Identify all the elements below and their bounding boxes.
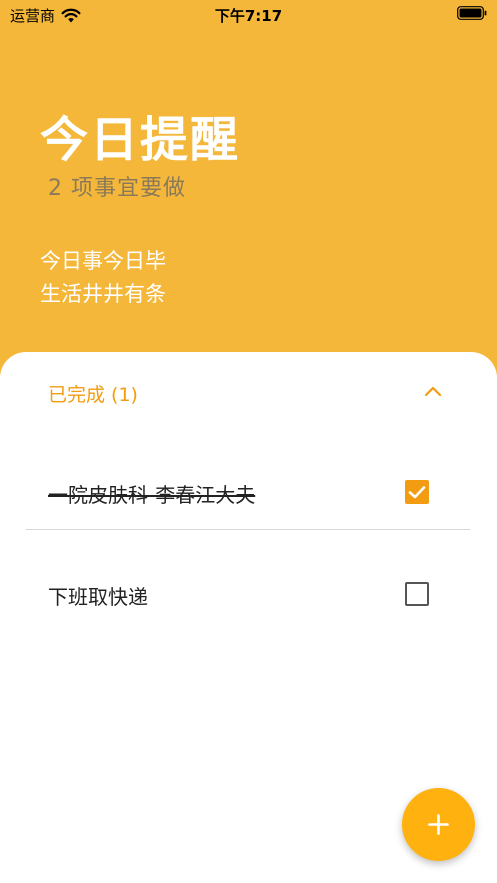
plus-icon (428, 814, 449, 835)
add-task-button[interactable] (402, 788, 475, 861)
completed-section-label: 已完成 (1) (48, 384, 138, 406)
page-title: 今日提醒 (40, 112, 241, 168)
task-text: 一院皮肤科-李春江大夫 (48, 483, 256, 507)
task-row[interactable]: 一院皮肤科-李春江大夫 (26, 464, 470, 524)
status-time: 下午7:17 (214, 7, 283, 25)
task-text: 下班取快递 (48, 585, 148, 609)
battery-icon (457, 6, 487, 20)
checkbox-unchecked-icon[interactable] (405, 582, 429, 606)
motto: 今日事今日毕 生活井井有条 (40, 245, 166, 311)
status-bar: 运营商 下午7:17 (0, 0, 497, 28)
motto-line-1: 今日事今日毕 (40, 249, 166, 273)
task-count-subtitle: 2 项事宜要做 (48, 176, 186, 201)
completed-section-header[interactable]: 已完成 (1) (0, 352, 497, 432)
row-divider (26, 529, 470, 530)
chevron-up-icon[interactable] (423, 384, 443, 398)
motto-line-2: 生活井井有条 (40, 282, 166, 306)
checkbox-checked-icon[interactable] (405, 480, 429, 504)
task-row[interactable]: 下班取快递 (26, 566, 470, 626)
